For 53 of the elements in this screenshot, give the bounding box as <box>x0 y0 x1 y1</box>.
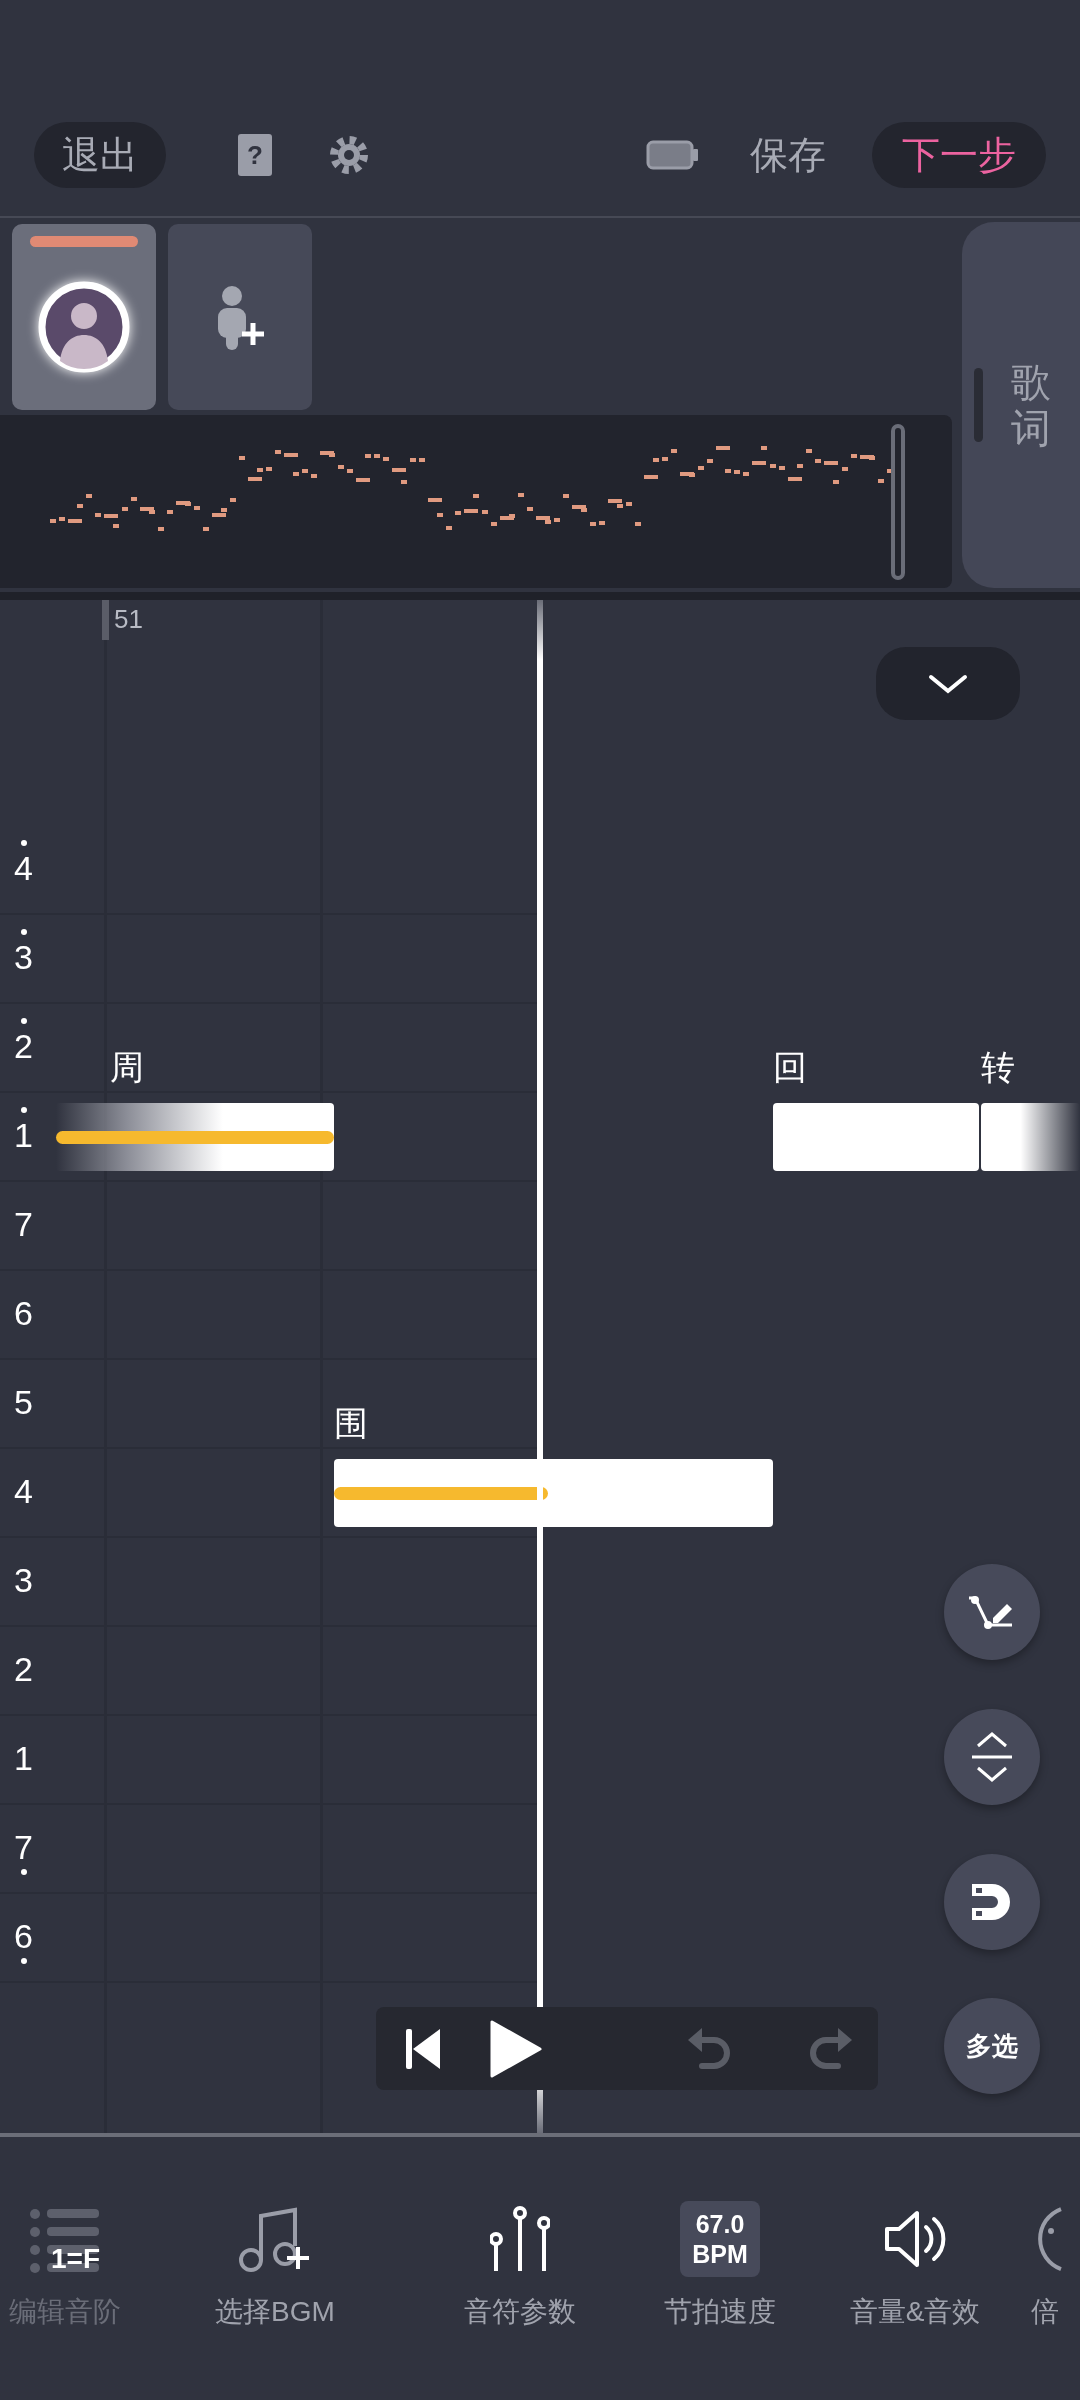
up-down-arrows-icon <box>972 1732 1012 1782</box>
avatar-icon <box>38 281 130 373</box>
help-button[interactable]: ? <box>238 134 272 176</box>
skip-back-icon <box>406 2026 440 2071</box>
scale-degree-label: 5 <box>14 1382 33 1423</box>
scale-degree-label: 6 <box>14 1906 33 1966</box>
speed-button[interactable]: 倍 <box>1010 2199 1080 2396</box>
drag-handle[interactable] <box>974 368 983 442</box>
save-button[interactable]: 保存 <box>750 129 826 181</box>
pitch-edit-icon <box>969 1594 1015 1630</box>
undo-icon <box>688 2027 730 2070</box>
bar-marker <box>102 600 109 640</box>
key-label: 1=F <box>51 2243 101 2275</box>
next-step-button[interactable]: 下一步 <box>872 122 1046 188</box>
playhead[interactable] <box>537 600 543 2133</box>
volume-button[interactable]: 音量&音效 <box>820 2199 1010 2396</box>
scale-degree-label: 4 <box>14 1471 33 1512</box>
note-params-button[interactable]: 音符参数 <box>420 2199 620 2396</box>
scroll-handle[interactable] <box>890 423 906 581</box>
multi-select-button[interactable]: 多选 <box>944 1998 1040 2094</box>
chevron-down-icon <box>928 673 968 694</box>
scale-degree-label: 7 <box>14 1817 33 1877</box>
add-singer-button[interactable] <box>168 224 312 410</box>
music-note-plus-icon <box>239 2206 311 2272</box>
tempo-badge: 67.0 BPM <box>680 2201 760 2277</box>
play-icon <box>490 2019 542 2078</box>
lyrics-tab[interactable]: 歌词 <box>962 222 1080 588</box>
skip-back-button[interactable] <box>406 2026 440 2071</box>
scale-degree-label: 3 <box>14 927 33 987</box>
note-block[interactable] <box>56 1103 334 1171</box>
play-button[interactable] <box>490 2019 542 2078</box>
lyric-label: 周 <box>110 1047 144 1088</box>
lyric-label: 转 <box>981 1047 1015 1088</box>
scale-degree-label: 2 <box>14 1016 33 1076</box>
scale-degree-label: 1 <box>14 1738 33 1779</box>
select-bgm-button[interactable]: 选择BGM <box>130 2199 420 2396</box>
redo-icon <box>810 2027 852 2070</box>
lyric-label: 围 <box>334 1403 368 1444</box>
lyric-label: 回 <box>773 1047 807 1088</box>
scale-degree-label: 4 <box>14 838 33 898</box>
exit-button[interactable]: 退出 <box>34 122 166 188</box>
battery-icon <box>646 140 700 170</box>
scale-degree-label: 1 <box>14 1105 33 1165</box>
note-block[interactable] <box>981 1103 1080 1171</box>
scale-degree-label: 2 <box>14 1649 33 1690</box>
scale-degree-label: 7 <box>14 1204 33 1245</box>
sliders-icon <box>490 2205 550 2273</box>
bar-number: 51 <box>114 604 143 635</box>
scale-degree-label: 3 <box>14 1560 33 1601</box>
settings-icon[interactable] <box>328 134 370 176</box>
scale-degree-label: 6 <box>14 1293 33 1334</box>
tempo-button[interactable]: 67.0 BPM 节拍速度 <box>620 2199 820 2396</box>
singer-card[interactable] <box>12 224 156 410</box>
